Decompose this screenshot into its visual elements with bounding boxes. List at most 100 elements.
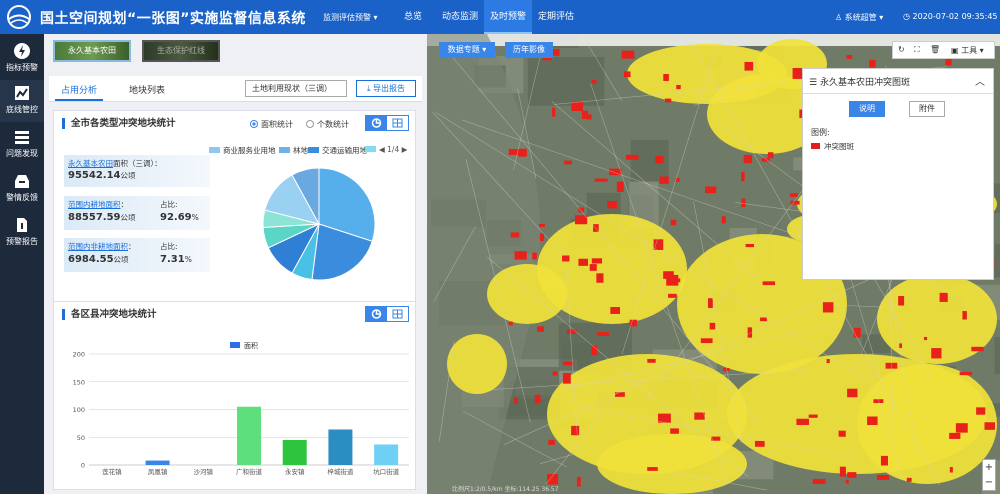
conflict-parcel (623, 71, 631, 78)
bar (374, 444, 399, 465)
conflict-parcel (812, 478, 826, 485)
layer-farmland-button[interactable]: 永久基本农田 (53, 40, 131, 62)
x-tick-label: 坑口街道 (373, 467, 400, 476)
conflict-parcel (647, 358, 656, 363)
sidebar-item-report[interactable]: 预警报告 (0, 212, 44, 254)
info-title-text: 永久基本农田冲突图斑 (819, 78, 910, 88)
ratio-label: 占比: (160, 200, 178, 209)
conflict-parcel (745, 243, 755, 248)
legend-label: 面积 (244, 341, 258, 350)
conflict-parcel (616, 181, 624, 192)
conflict-parcel (668, 293, 677, 298)
description-button[interactable]: 说明 (849, 101, 885, 117)
pie-chart[interactable] (259, 164, 379, 284)
sidebar-item-warning[interactable]: 指标预警 (0, 38, 44, 80)
conflict-parcel (906, 477, 912, 482)
inbox-icon (15, 175, 29, 188)
prev-icon[interactable]: ◀ (379, 145, 387, 154)
conflict-parcel (984, 422, 996, 430)
conflict-parcel (537, 326, 544, 332)
refresh-icon[interactable]: ↻ (898, 45, 905, 54)
user-menu[interactable]: ♙ 系统超管 ▾ (835, 12, 883, 23)
sidebar: 指标预警 底线管控 问题发现 警情反馈 预警报告 (0, 34, 44, 494)
globe-logo-icon (7, 5, 31, 29)
radio-area[interactable]: 面积统计 (250, 119, 293, 130)
conflict-parcel (581, 110, 588, 119)
bar (282, 440, 307, 465)
analysis-panel: 永久基本农田 生态保护红线 占用分析 地块列表 土地利用现状（三调） ⤓ 导出报… (44, 34, 427, 494)
conflict-parcel (885, 362, 898, 369)
ratio-value: 92.69% (160, 212, 199, 223)
tab-occupancy[interactable]: 占用分析 (61, 83, 97, 96)
conflict-parcel (796, 418, 809, 425)
panel-title: 全市各类型冲突地块统计 (62, 118, 176, 129)
list-icon (15, 131, 29, 144)
stat-label: 永久基本农田面积（三调）： (68, 159, 162, 168)
attachment-button[interactable]: 附件 (909, 101, 945, 117)
tools-menu[interactable]: ▣ 工具 ▾ (951, 45, 984, 56)
sidebar-item-label: 问题发现 (6, 149, 38, 158)
tab-monitoring[interactable]: 动态监测 (436, 0, 484, 34)
tab-evaluation[interactable]: 定期评估 (532, 0, 580, 34)
map-view[interactable]: 数据专题 ▾ 历年影像 ↻ ⛶ 🗑 ▣ 工具 ▾ ☰ 永久基本农田冲突图斑 ︿ … (427, 34, 1000, 494)
legend-title: 图例: (811, 128, 830, 137)
radio-icon (306, 120, 314, 128)
collapse-icon[interactable]: ︿ (975, 73, 985, 88)
radio-checked-icon (250, 120, 258, 128)
fullscreen-icon[interactable]: ⛶ (914, 45, 920, 55)
landuse-select[interactable]: 土地利用现状（三调） (245, 80, 347, 97)
conflict-parcel (596, 273, 604, 283)
conflict-parcel (939, 292, 948, 302)
scale-readout: 比例尺1:2/0.5/km 坐标:114.25 36.57 (452, 486, 559, 493)
legend-swatch (209, 147, 220, 153)
conflict-parcel (562, 255, 570, 262)
module-dropdown[interactable]: 监测评估预警 ▾ (323, 12, 378, 23)
table-view-button[interactable] (387, 116, 408, 130)
conflict-parcel (676, 84, 681, 90)
x-tick-label: 永安镇 (285, 467, 305, 476)
conflict-parcel (924, 336, 928, 341)
layer-ecology-button[interactable]: 生态保护红线 (142, 40, 220, 62)
district-panel: 各区县冲突地块统计 面积 0 50 100 150 200 莲花镇 凤凰镇 沙河镇 广和街道 永安镇… (53, 301, 416, 490)
sidebar-item-feedback[interactable]: 警情反馈 (0, 168, 44, 210)
trend-icon (15, 86, 29, 100)
conflict-parcel (670, 219, 677, 226)
tab-parcel-list[interactable]: 地块列表 (129, 83, 165, 96)
bar (237, 406, 261, 465)
sidebar-item-label: 指标预警 (6, 63, 38, 72)
next-icon[interactable]: ▶ (399, 145, 408, 154)
conflict-parcel (576, 476, 581, 487)
conflict-parcel (532, 252, 537, 260)
conflict-parcel (574, 215, 588, 225)
conflict-parcel (566, 329, 577, 334)
legend-swatch (365, 146, 376, 152)
conflict-parcel (647, 467, 658, 471)
pie-view-button[interactable] (366, 116, 387, 130)
data-topic-button[interactable]: 数据专题 ▾ (439, 42, 495, 58)
conflict-parcel (760, 317, 767, 322)
sidebar-item-control[interactable]: 底线管控 (0, 80, 44, 122)
tab-warning[interactable]: 及时预警 (484, 0, 532, 34)
radio-count[interactable]: 个数统计 (306, 119, 349, 130)
conflict-parcel (709, 322, 716, 330)
conflict-parcel (847, 472, 857, 478)
x-tick-label: 梓城街道 (327, 467, 354, 476)
trash-icon[interactable]: 🗑 (930, 45, 940, 54)
export-report-button[interactable]: ⤓ 导出报告 (356, 80, 416, 97)
conflict-parcel (589, 264, 597, 271)
conflict-parcel (949, 432, 961, 439)
tab-overview[interactable]: 总览 (393, 0, 433, 34)
sidebar-item-issues[interactable]: 问题发现 (0, 124, 44, 166)
history-imagery-button[interactable]: 历年影像 (505, 42, 553, 58)
bar (328, 429, 353, 465)
conflict-parcel (767, 152, 774, 159)
radio-label: 面积统计 (261, 120, 293, 129)
legend-pager[interactable]: ◀ 1/4 ▶ (379, 145, 407, 154)
zoom-in-button[interactable]: + (983, 460, 995, 475)
sidebar-item-label: 警情反馈 (6, 193, 38, 202)
zoom-out-button[interactable]: − (983, 475, 995, 490)
conflict-parcel (694, 412, 705, 420)
bar-chart: 面积 0 50 100 150 200 莲花镇 凤凰镇 沙河镇 广和街道 永安镇 梓城街道 坑口街道 (73, 341, 409, 476)
legend-swatch (279, 147, 290, 153)
tab-bar: 占用分析 地块列表 土地利用现状（三调） ⤓ 导出报告 (49, 76, 422, 102)
